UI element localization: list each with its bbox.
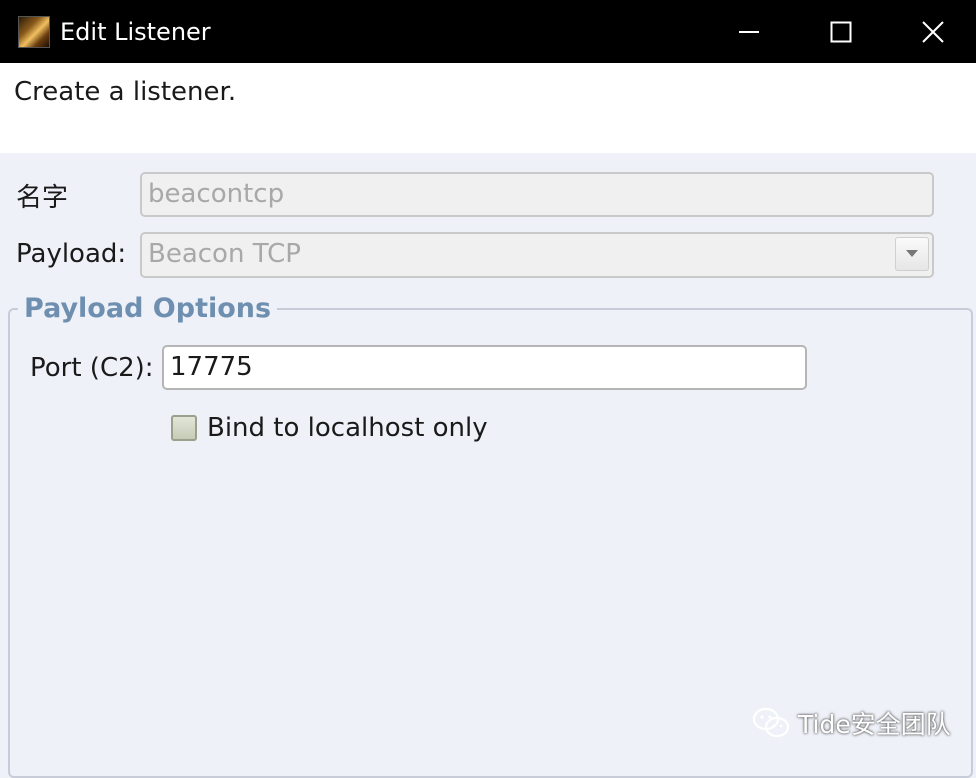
dialog-header: Create a listener.: [0, 63, 976, 153]
maximize-button[interactable]: [795, 0, 887, 63]
watermark: Tide安全团队: [752, 705, 951, 741]
wechat-icon: [752, 707, 790, 738]
payload-select-value: Beacon TCP: [148, 239, 301, 269]
close-button[interactable]: [887, 0, 976, 63]
payload-label: Payload:: [16, 239, 127, 269]
minimize-icon: [739, 30, 759, 33]
payload-select[interactable]: Beacon TCP: [140, 232, 934, 278]
chevron-down-icon: [906, 250, 918, 257]
payload-options-title: Payload Options: [18, 293, 278, 324]
maximize-icon: [830, 21, 852, 42]
close-icon: [922, 20, 944, 43]
window-title: Edit Listener: [60, 18, 211, 46]
name-label: 名字: [16, 183, 69, 213]
title-bar[interactable]: Edit Listener: [0, 0, 976, 63]
bind-localhost-label[interactable]: Bind to localhost only: [207, 413, 488, 443]
port-input[interactable]: 17775: [162, 345, 807, 390]
app-icon: [18, 16, 50, 48]
minimize-button[interactable]: [703, 0, 795, 63]
dialog-description: Create a listener.: [14, 77, 237, 107]
watermark-text: Tide安全团队: [798, 710, 951, 739]
dropdown-button[interactable]: [895, 237, 929, 271]
name-field[interactable]: beacontcp: [140, 172, 934, 217]
bind-localhost-checkbox[interactable]: [171, 415, 197, 441]
port-label: Port (C2):: [30, 353, 154, 383]
